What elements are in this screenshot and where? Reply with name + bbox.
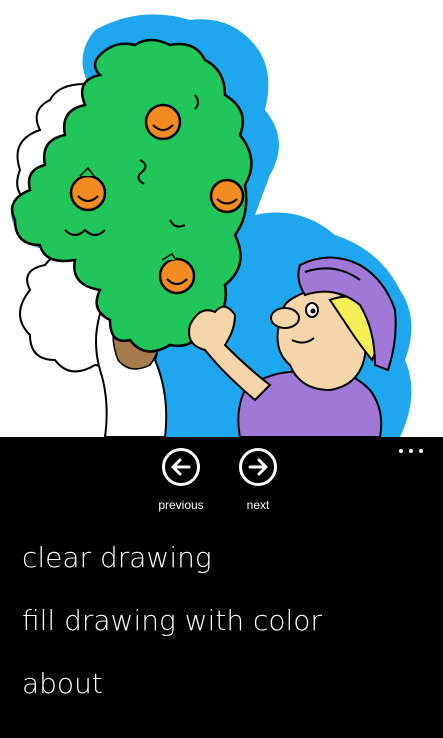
orange-fruit (144, 103, 182, 141)
next-label: next (246, 498, 270, 512)
orange-tree-picker-illustration (10, 14, 412, 437)
arrow-left-icon (162, 448, 200, 486)
man-nose (270, 307, 300, 329)
app-bar: previous next clear drawing fill drawing… (0, 437, 443, 738)
previous-button[interactable]: previous (148, 448, 218, 518)
ellipsis-dot (409, 449, 413, 453)
previous-label: previous (158, 498, 204, 512)
drawing-canvas[interactable] (0, 0, 443, 437)
man-pupil (310, 308, 316, 314)
menu-item-fill-drawing[interactable]: fill drawing with color (22, 604, 322, 637)
ellipsis-icon (399, 449, 403, 453)
arrow-right-icon (239, 448, 277, 486)
orange-fruit (209, 178, 245, 214)
next-button[interactable]: next (225, 448, 295, 518)
more-options-button[interactable] (399, 446, 423, 456)
menu-item-clear-drawing[interactable]: clear drawing (22, 541, 212, 574)
menu-item-about[interactable]: about (22, 667, 103, 700)
ellipsis-dot (419, 449, 423, 453)
